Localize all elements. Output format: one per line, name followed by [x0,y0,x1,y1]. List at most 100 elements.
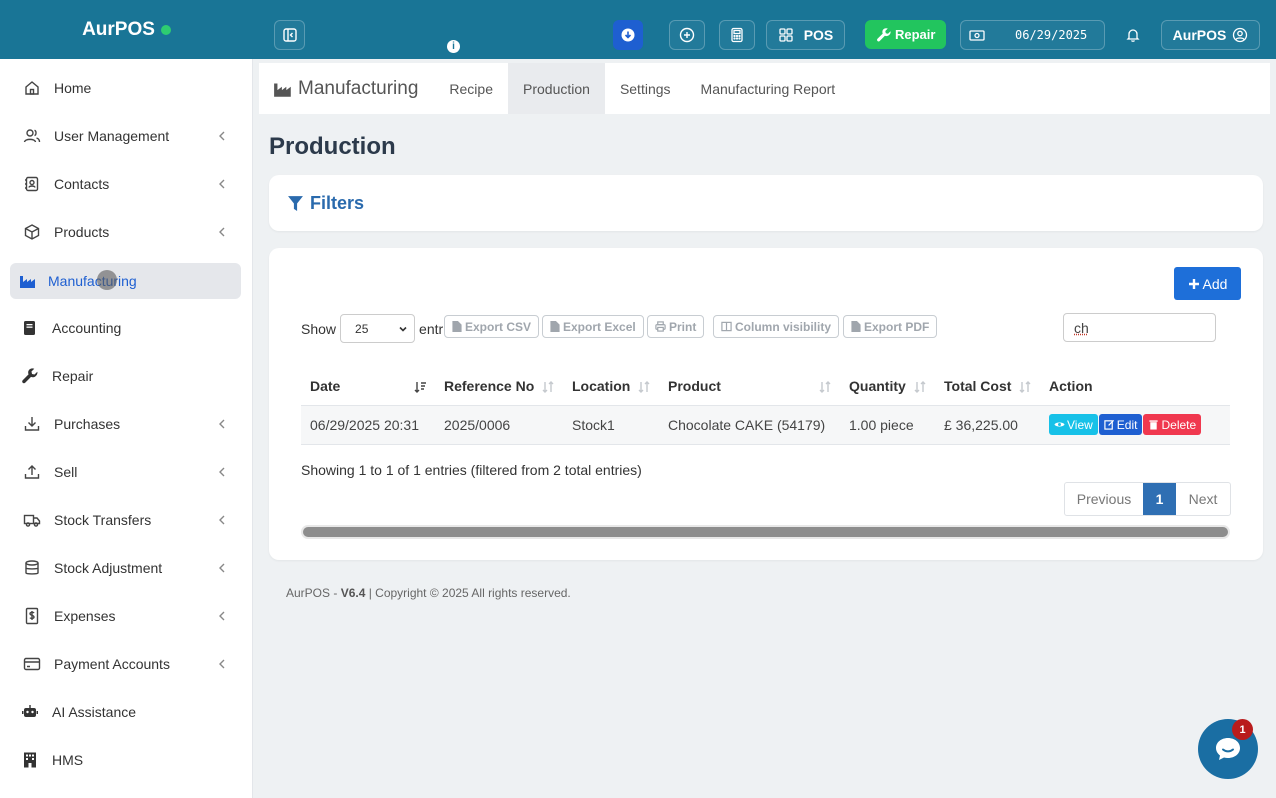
production-table: Date Reference No Location Product Quant… [301,368,1230,445]
sidebar-item-label: Repair [52,368,94,384]
sidebar-item-label: Home [54,80,92,96]
robot-icon [20,702,40,722]
export-pdf-label: Export PDF [864,319,930,334]
sidebar-item-stock-transfers[interactable]: Stock Transfers [10,502,241,538]
print-button[interactable]: Print [647,315,705,338]
sidebar-item-stock-adjustment[interactable]: Stock Adjustment [10,550,241,586]
column-header-total-cost[interactable]: Total Cost [935,368,1040,406]
sidebar-item-user-management[interactable]: User Management [10,118,241,154]
sidebar-item-expenses[interactable]: Expenses [10,598,241,634]
tab-settings[interactable]: Settings [605,63,686,114]
previous-page-button[interactable]: Previous [1065,483,1143,515]
column-label: Reference No [444,378,535,395]
column-header-reference[interactable]: Reference No [435,368,563,406]
chevron-left-icon [219,659,225,669]
column-header-date[interactable]: Date [301,368,435,406]
export-pdf-button[interactable]: Export PDF [843,315,938,338]
cash-register-button[interactable]: 06/29/2025 [960,20,1105,50]
export-excel-label: Export Excel [563,319,636,334]
sidebar-item-manufacturing[interactable]: Manufacturing [10,263,241,299]
grid-icon [779,28,793,42]
cell-total-cost: £ 36,225.00 [935,405,1040,445]
add-button[interactable]: Add [1174,267,1241,300]
module-title-text: Manufacturing [298,77,419,99]
show-label: Show [301,320,337,337]
info-icon[interactable]: i [447,40,460,53]
sidebar-item-hms[interactable]: HMS [10,742,241,778]
export-csv-button[interactable]: Export CSV [444,315,540,338]
repair-button[interactable]: Repair [865,20,947,49]
tab-production[interactable]: Production [508,63,605,114]
table-search-input[interactable]: ch [1063,313,1216,342]
industry-icon [18,271,38,291]
sidebar-item-label: Stock Transfers [54,512,152,528]
page-1-button[interactable]: 1 [1143,483,1176,515]
module-subnav: Manufacturing Recipe Production Settings… [259,63,1270,114]
column-label: Quantity [849,378,906,395]
filters-card[interactable]: Filters [269,175,1263,231]
column-header-quantity[interactable]: Quantity [840,368,935,406]
sidebar-item-repair[interactable]: Repair [10,358,241,394]
page-length-select[interactable]: 25 [340,314,416,343]
column-header-location[interactable]: Location [563,368,659,406]
money-icon [969,30,985,41]
sidebar-item-purchases[interactable]: Purchases [10,406,241,442]
view-label: View [1067,417,1093,432]
sidebar-item-label: HMS [52,752,84,768]
tab-recipe[interactable]: Recipe [434,63,508,114]
horizontal-scrollbar[interactable] [301,525,1230,539]
sidebar-item-label: Accounting [52,320,122,336]
module-title[interactable]: Manufacturing [273,78,418,100]
sidebar-item-ai-assistance[interactable]: AI Assistance [10,694,241,730]
footer-brand: AurPOS - [286,586,341,600]
footer-version: V6.4 [340,586,366,600]
export-csv-label: Export CSV [465,319,532,334]
home-icon [22,78,42,98]
download-icon [22,414,42,434]
add-label: Add [1202,275,1228,292]
edit-button[interactable]: Edit [1098,414,1143,435]
pos-label: POS [803,27,834,43]
column-visibility-button[interactable]: Column visibility [713,315,840,338]
footer: AurPOS - V6.4 | Copyright © 2025 All rig… [286,586,571,600]
delete-label: Delete [1161,417,1197,432]
next-page-button[interactable]: Next [1176,483,1230,515]
export-excel-button[interactable]: Export Excel [542,315,644,338]
delete-button[interactable]: Delete [1143,414,1202,435]
sidebar-item-sell[interactable]: Sell [10,454,241,490]
cell-actions: View Edit Delete [1040,405,1230,445]
calculator-button[interactable] [719,20,755,50]
sidebar-item-label: Sell [54,464,78,480]
sort-icon [914,381,926,393]
sidebar-item-contacts[interactable]: Contacts [10,166,241,202]
file-pdf-icon [851,321,861,332]
printer-icon [655,321,666,332]
plus-circle-icon [679,27,695,43]
filters-toggle[interactable]: Filters [287,193,364,214]
page-length-control: Show 25 entri [301,314,446,343]
online-status-dot [160,24,171,35]
sidebar-item-home[interactable]: Home [10,70,241,106]
notifications-button[interactable] [1113,20,1153,50]
brand-logo[interactable]: AurPOS [0,0,253,59]
sidebar: Home User Management Contacts Products M… [0,59,253,798]
view-button[interactable]: View [1049,414,1098,435]
cube-icon [22,222,42,242]
sidebar-toggle-button[interactable] [274,20,305,50]
sidebar-item-payment-accounts[interactable]: Payment Accounts [10,646,241,682]
sort-desc-icon [414,382,426,393]
sort-icon [638,381,650,393]
tab-manufacturing-report[interactable]: Manufacturing Report [686,63,851,114]
sidebar-item-products[interactable]: Products [10,214,241,250]
add-quick-button[interactable] [669,20,705,50]
columns-icon [721,321,732,332]
sidebar-item-accounting[interactable]: Accounting [10,310,241,346]
user-menu-button[interactable]: AurPOS [1161,20,1260,50]
download-app-button[interactable] [613,20,643,50]
address-book-icon [22,174,42,194]
page-title: Production [269,133,396,160]
column-header-product[interactable]: Product [659,368,840,406]
pos-button[interactable]: POS [766,20,845,50]
users-icon [22,126,42,146]
repair-label: Repair [895,27,936,42]
